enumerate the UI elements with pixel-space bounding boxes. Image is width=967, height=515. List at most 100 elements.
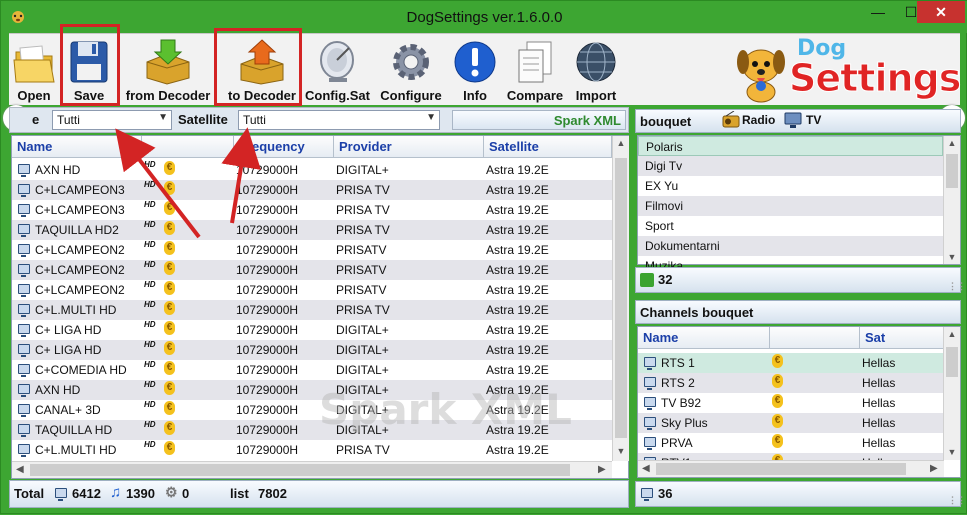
- type-filter-select[interactable]: Tutti ▼: [52, 110, 172, 130]
- hd-icon: HD: [144, 300, 156, 309]
- scroll-up-icon[interactable]: ▲: [944, 138, 960, 148]
- channels-bouquet-hscrollbar[interactable]: ◀ ▶: [638, 460, 944, 477]
- scrambled-icon: €: [164, 301, 175, 315]
- scroll-thumb[interactable]: [615, 158, 627, 438]
- hd-icon: HD: [144, 220, 156, 229]
- column-header-satellite[interactable]: Satellite: [484, 136, 612, 158]
- column-header-name[interactable]: Name: [638, 327, 770, 349]
- table-row[interactable]: C+LCAMPEON2 HD €10729000H PRISATV Astra 19.2…: [12, 240, 612, 260]
- channel-frequency: 10729000H: [236, 203, 299, 217]
- table-row[interactable]: TAQUILLA HD2 HD €10729000H PRISA TV Astra 19…: [12, 220, 612, 240]
- channel-list-vscrollbar[interactable]: ▲ ▼: [612, 136, 629, 461]
- table-row[interactable]: C+LCAMPEON3 HD €10729000H PRISA TV Astra 19.…: [12, 180, 612, 200]
- table-row[interactable]: TV B92 € Hellas: [638, 393, 943, 413]
- scroll-thumb[interactable]: [946, 154, 958, 188]
- radio-icon: [722, 111, 740, 128]
- column-header-name[interactable]: Name: [12, 136, 142, 158]
- hscroll-thumb[interactable]: [656, 463, 906, 475]
- satellite-dish-icon: [320, 41, 354, 82]
- table-row[interactable]: C+LCAMPEON2 HD €10729000H PRISATV Astra 19.2…: [12, 260, 612, 280]
- bouquet-item[interactable]: Filmovi: [638, 196, 943, 216]
- configure-button[interactable]: Configure: [375, 36, 447, 104]
- radio-toggle[interactable]: Radio: [722, 111, 782, 131]
- bouquet-header: bouquet Radio TV: [635, 109, 961, 133]
- table-row[interactable]: RTS 1 € Hellas: [638, 353, 943, 373]
- config-sat-button[interactable]: Config.Sat: [305, 36, 370, 104]
- data-count: 0: [182, 486, 190, 501]
- import-button[interactable]: Import: [571, 36, 621, 104]
- resize-grip-icon[interactable]: ⋮⋮: [948, 495, 966, 505]
- table-row[interactable]: C+L.MULTI HD HD €10729000H PRISA TV Astra 19…: [12, 440, 612, 460]
- scroll-down-icon[interactable]: ▼: [944, 252, 960, 262]
- open-button[interactable]: Open: [9, 36, 59, 104]
- gear-icon: [393, 44, 429, 80]
- column-header-flags[interactable]: [142, 136, 234, 158]
- type-filter-value: Tutti: [57, 113, 80, 127]
- channel-satellite: Astra 19.2E: [486, 163, 549, 177]
- channel-name: C+LCAMPEON3: [35, 203, 125, 217]
- column-header-frequency[interactable]: Frequency: [234, 136, 334, 158]
- table-row[interactable]: C+COMEDIA HD HD €10729000H DIGITAL+ Astra 19…: [12, 360, 612, 380]
- table-row[interactable]: C+LCAMPEON2 HD €10729000H PRISATV Astra 19.2…: [12, 280, 612, 300]
- hd-icon: HD: [144, 360, 156, 369]
- column-header-flags[interactable]: [770, 327, 860, 349]
- tv-icon: [18, 164, 30, 177]
- hd-icon: HD: [144, 340, 156, 349]
- scroll-right-icon[interactable]: ▶: [930, 463, 938, 474]
- scroll-left-icon[interactable]: ◀: [642, 463, 650, 474]
- scroll-right-icon[interactable]: ▶: [598, 464, 606, 475]
- table-row[interactable]: C+ LIGA HD HD €10729000H DIGITAL+ Astra 19.2…: [12, 320, 612, 340]
- table-row[interactable]: C+L.MULTI HD HD €10729000H PRISA TV Astra 19…: [12, 300, 612, 320]
- scroll-down-icon[interactable]: ▼: [613, 446, 629, 456]
- hd-icon: HD: [144, 320, 156, 329]
- filter-bar: e Tutti ▼ Satellite Tutti ▼ Spark XML: [9, 107, 629, 133]
- bouquet-list: Polaris Digi Tv EX Yu Filmovi Sport Dokumenta…: [637, 135, 961, 273]
- table-row[interactable]: PRVA € Hellas: [638, 433, 943, 453]
- channel-name: AXN HD: [35, 163, 81, 177]
- column-header-sat[interactable]: Sat: [860, 327, 944, 349]
- channels-bouquet-count-bar: 36 ⋮⋮: [635, 481, 966, 507]
- scrambled-icon: €: [164, 281, 175, 295]
- bouquet-item[interactable]: Digi Tv: [638, 156, 943, 176]
- hd-icon: HD: [144, 200, 156, 209]
- scrambled-icon: €: [772, 394, 783, 408]
- close-button[interactable]: ✕: [917, 1, 965, 23]
- bouquet-item[interactable]: EX Yu: [638, 176, 943, 196]
- data-gear-icon: ⚙: [165, 484, 178, 500]
- channel-list-hscrollbar[interactable]: ◀ ▶: [12, 461, 612, 478]
- satellite-filter-select[interactable]: Tutti ▼: [238, 110, 440, 130]
- channel-frequency: 10729000H: [236, 263, 299, 277]
- table-row[interactable]: RTS 2 € Hellas: [638, 373, 943, 393]
- channel-provider: PRISA TV: [336, 303, 390, 317]
- scroll-thumb[interactable]: [946, 347, 958, 377]
- table-row[interactable]: C+LCAMPEON3 HD €10729000H PRISA TV Astra 19.…: [12, 200, 612, 220]
- compare-button[interactable]: Compare: [503, 36, 567, 104]
- resize-grip-icon[interactable]: ⋮⋮: [948, 281, 966, 291]
- toolbar: Open Save from Decoder to Decoder Config…: [9, 24, 962, 106]
- channel-provider: PRISA TV: [336, 223, 390, 237]
- scroll-up-icon[interactable]: ▲: [613, 138, 629, 148]
- scrambled-icon: €: [772, 414, 783, 428]
- column-header-provider[interactable]: Provider: [334, 136, 484, 158]
- scroll-up-icon[interactable]: ▲: [944, 329, 960, 339]
- bouquet-item[interactable]: Sport: [638, 216, 943, 236]
- channels-bouquet-vscrollbar[interactable]: ▲ ▼: [943, 327, 960, 460]
- table-row[interactable]: Sky Plus € Hellas: [638, 413, 943, 433]
- from-decoder-button[interactable]: from Decoder: [119, 36, 217, 104]
- bouquet-item[interactable]: Dokumentarni: [638, 236, 943, 256]
- bouquet-vscrollbar[interactable]: ▲ ▼: [943, 136, 960, 264]
- dogsettings-logo: Dog Settings: [729, 36, 962, 104]
- dog-mascot-icon: [737, 49, 785, 103]
- info-button[interactable]: Info: [453, 36, 497, 104]
- scroll-left-icon[interactable]: ◀: [16, 464, 24, 475]
- channel-name: RTS 2: [661, 376, 695, 390]
- scroll-down-icon[interactable]: ▼: [944, 447, 960, 457]
- minimize-button[interactable]: —: [861, 1, 895, 23]
- table-row[interactable]: AXN HD HD €10729000H DIGITAL+ Astra 19.2E: [12, 160, 612, 180]
- hscroll-thumb[interactable]: [30, 464, 570, 476]
- tv-toggle[interactable]: TV: [784, 111, 834, 131]
- tv-icon: [18, 344, 30, 357]
- table-row[interactable]: C+ LIGA HD HD €10729000H DIGITAL+ Astra 19.2…: [12, 340, 612, 360]
- bouquet-item[interactable]: Polaris: [638, 136, 943, 156]
- title-bar[interactable]: DogSettings ver.1.6.0.0 — ☐ ✕: [1, 1, 967, 33]
